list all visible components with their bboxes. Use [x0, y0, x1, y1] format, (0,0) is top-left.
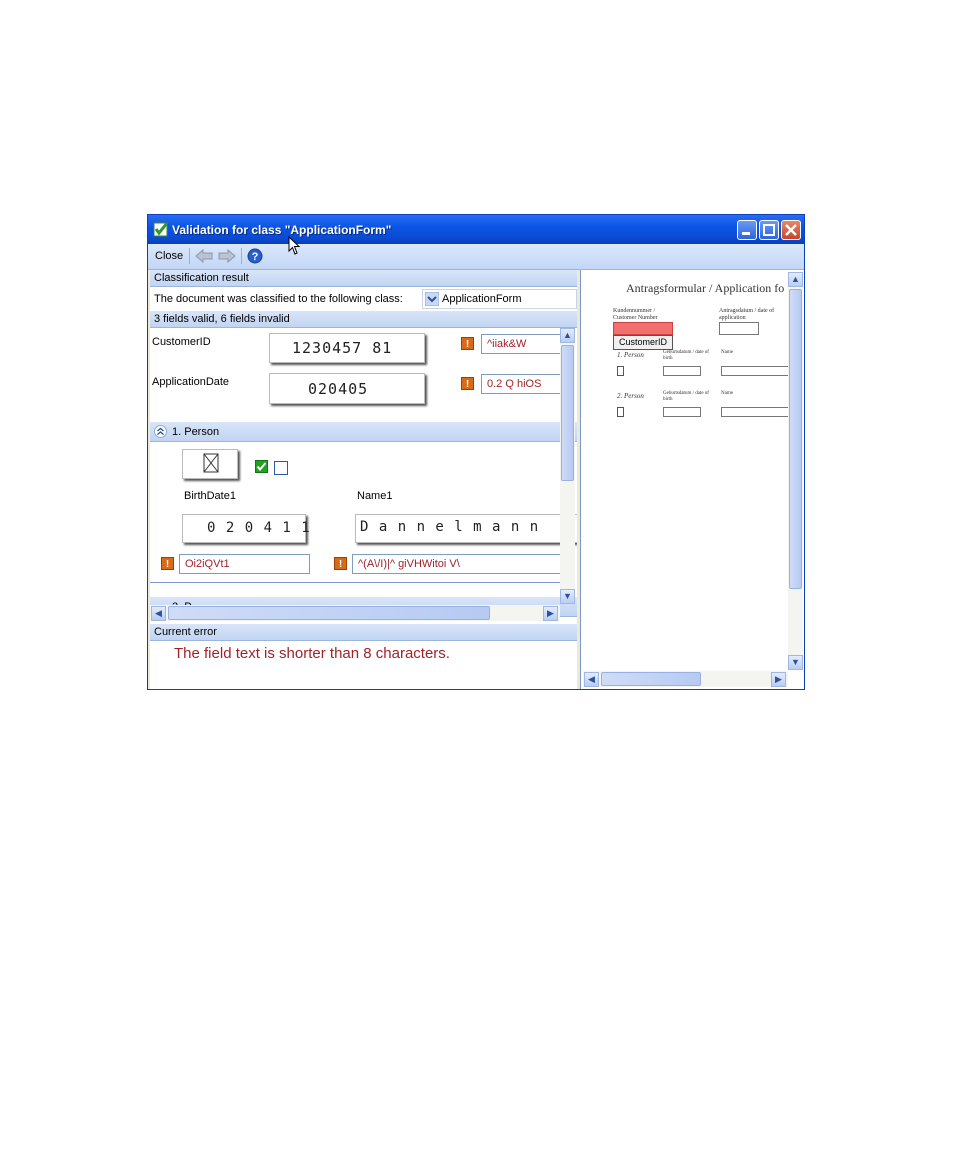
maximize-button[interactable] — [759, 220, 779, 240]
unchecked-checkbox-icon[interactable] — [274, 461, 288, 475]
title-bar[interactable]: Validation for class "ApplicationForm" — [148, 215, 804, 244]
scroll-left-arrow[interactable]: ◀ — [584, 672, 599, 687]
warning-icon: ! — [161, 557, 174, 570]
birthdate1-handwriting: 0 2 0 4 1 1 — [207, 520, 311, 536]
close-button[interactable]: Close — [155, 250, 183, 262]
preview-customer-number-label: Kundennummer / Customer Number — [613, 308, 658, 321]
name1-snippet: D a n n e l m a n n — [355, 514, 577, 543]
person1-section-label: 1. Person — [172, 426, 220, 438]
scroll-right-arrow[interactable]: ▶ — [543, 606, 558, 621]
customer-id-input[interactable]: ^iiak&W — [481, 334, 561, 354]
document-preview-panel: Antragsformular / Application fo Kundenn… — [580, 270, 804, 689]
toolbar: Close ? — [148, 244, 804, 270]
close-icon — [785, 224, 797, 236]
window-title: Validation for class "ApplicationForm" — [172, 223, 392, 237]
scroll-right-arrow[interactable]: ▶ — [771, 672, 786, 687]
name1-input[interactable]: ^(A\/I)|^ giVHWitoi V\ — [352, 554, 563, 574]
minimize-icon — [742, 232, 750, 235]
application-date-label: ApplicationDate — [152, 376, 230, 388]
preview-title: Antragsformular / Application fo — [626, 281, 785, 295]
preview-vertical-scrollbar[interactable]: ▲ ▼ — [788, 272, 803, 670]
person1-section-header[interactable]: 1. Person — [150, 422, 577, 442]
classification-text: The document was classified to the follo… — [154, 293, 403, 305]
fields-status-label: 3 fields valid, 6 fields invalid — [154, 313, 290, 325]
name1-label: Name1 — [357, 490, 393, 502]
current-error-message: The field text is shorter than 8 charact… — [174, 645, 450, 662]
toolbar-separator — [241, 248, 242, 264]
crossed-box-icon — [203, 453, 219, 473]
current-error-header: Current error — [150, 624, 577, 641]
scroll-down-arrow[interactable]: ▼ — [788, 655, 803, 670]
birthdate1-label: BirthDate1 — [184, 490, 236, 502]
scroll-up-arrow[interactable]: ▲ — [560, 328, 575, 343]
checked-checkbox-icon[interactable] — [255, 460, 268, 473]
preview-person1-label: 1. Person — [617, 351, 644, 359]
customer-id-label: CustomerID — [152, 336, 211, 348]
customer-id-handwriting: 1230457 81 — [292, 339, 393, 357]
chevron-down-icon — [425, 292, 439, 306]
person1-checkbox-snippet — [182, 449, 238, 479]
validation-panel: Classification result The document was c… — [150, 270, 577, 689]
warning-icon: ! — [334, 557, 347, 570]
scroll-thumb[interactable] — [561, 345, 574, 481]
toolbar-separator — [189, 248, 190, 264]
application-date-snippet: 020405 — [269, 373, 425, 404]
scroll-left-arrow[interactable]: ◀ — [151, 606, 166, 621]
preview-date-box — [719, 322, 759, 335]
birthdate1-snippet: 0 2 0 4 1 1 — [182, 514, 310, 543]
close-window-button[interactable] — [781, 220, 801, 240]
section-divider — [150, 582, 562, 583]
h-scroll-thumb[interactable] — [168, 606, 490, 620]
mouse-cursor-icon — [288, 236, 301, 255]
left-vertical-scrollbar[interactable]: ▲ ▼ — [560, 328, 575, 604]
preview-person2-label: 2. Person — [617, 392, 644, 400]
preview-name-label-1: Name — [721, 350, 733, 355]
left-horizontal-scrollbar[interactable]: ◀ ▶ — [150, 605, 560, 621]
checkmark-icon — [153, 222, 169, 237]
customer-id-tooltip: CustomerID — [613, 335, 673, 350]
class-dropdown-value: ApplicationForm — [442, 293, 522, 305]
customer-id-highlight[interactable] — [613, 322, 673, 335]
preview-name-box-2 — [721, 407, 793, 417]
preview-name-box-1 — [721, 366, 793, 376]
minimize-button[interactable] — [737, 220, 757, 240]
svg-text:?: ? — [252, 251, 259, 263]
scroll-up-arrow[interactable]: ▲ — [788, 272, 803, 287]
preview-birth-label-1: Geburtsdatum / date of birth — [663, 350, 709, 361]
forward-arrow-icon[interactable] — [218, 249, 236, 263]
classification-header: Classification result — [150, 270, 577, 287]
h-scroll-thumb[interactable] — [601, 672, 701, 686]
customer-id-snippet: 1230457 81 — [269, 333, 425, 363]
validation-window: Validation for class "ApplicationForm" C… — [147, 214, 805, 690]
preview-birth-label-2: Geburtsdatum / date of birth — [663, 391, 709, 402]
warning-icon: ! — [461, 377, 474, 390]
collapse-icon[interactable] — [154, 425, 167, 438]
warning-icon: ! — [461, 337, 474, 350]
preview-birth-box-1 — [663, 366, 701, 376]
birthdate1-input[interactable]: Oi2iQVt1 — [179, 554, 310, 574]
preview-name-label-2: Name — [721, 391, 733, 396]
back-arrow-icon[interactable] — [195, 249, 213, 263]
preview-checkbox-1 — [617, 366, 624, 376]
preview-application-date-label: Antragsdatum / date of application — [719, 308, 775, 321]
preview-checkbox-2 — [617, 407, 624, 417]
fields-status-header: 3 fields valid, 6 fields invalid — [150, 311, 577, 328]
scroll-down-arrow[interactable]: ▼ — [560, 589, 575, 604]
class-dropdown[interactable]: ApplicationForm — [422, 289, 577, 309]
application-date-handwriting: 020405 — [308, 380, 369, 398]
name1-handwriting: D a n n e l m a n n — [360, 519, 540, 535]
maximize-icon — [763, 224, 775, 236]
preview-birth-box-2 — [663, 407, 701, 417]
application-date-input[interactable]: 0.2 Q hiOS — [481, 374, 561, 394]
classification-header-label: Classification result — [154, 272, 249, 284]
help-icon[interactable]: ? — [247, 248, 263, 264]
preview-horizontal-scrollbar[interactable]: ◀ ▶ — [583, 671, 788, 687]
scroll-thumb[interactable] — [789, 289, 802, 589]
current-error-header-label: Current error — [154, 626, 217, 638]
